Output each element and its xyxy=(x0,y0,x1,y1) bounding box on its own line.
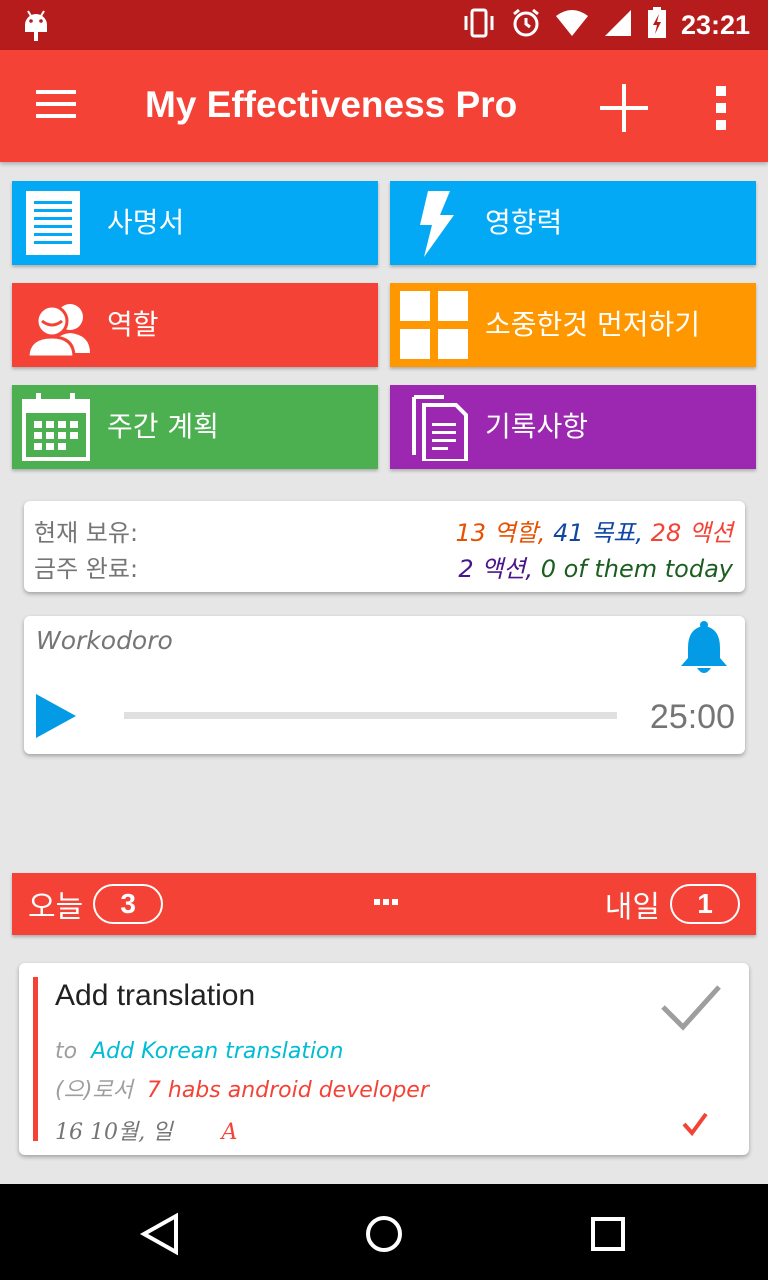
task-goal[interactable]: Add Korean translation xyxy=(91,1039,343,1064)
tile-label: 기록사항 xyxy=(485,410,589,443)
menu-icon[interactable] xyxy=(36,90,76,124)
to-label: to xyxy=(55,1039,78,1064)
timer-progress-track xyxy=(124,712,617,719)
task-role[interactable]: 7 habs android developer xyxy=(147,1078,429,1103)
today-count-badge: 3 xyxy=(93,884,164,924)
people-icon xyxy=(22,291,94,359)
task-role-line: (으)로서 7 habs android developer xyxy=(55,1072,429,1104)
app-bar: My Effectiveness Pro xyxy=(0,50,768,162)
task-title: Add translation xyxy=(55,979,256,1012)
calendar-icon xyxy=(22,393,94,461)
roles-count: 13 역할 xyxy=(455,519,538,547)
battery-charging-icon xyxy=(647,7,667,43)
tile-roles[interactable]: 역할 xyxy=(12,283,378,367)
add-button[interactable] xyxy=(598,82,650,134)
separator: , xyxy=(525,555,534,583)
actions-count: 28 액션 xyxy=(650,519,733,547)
bell-icon[interactable] xyxy=(678,620,730,676)
notes-icon xyxy=(400,393,472,463)
task-goal-line: to Add Korean translation xyxy=(55,1039,343,1064)
tile-first-things-first[interactable]: 소중한것 먼저하기 xyxy=(390,283,756,367)
done-actions-count: 2 액션 xyxy=(458,555,526,583)
app-title: My Effectiveness Pro xyxy=(145,84,518,125)
home-icon[interactable] xyxy=(362,1212,406,1256)
tile-mission-statement[interactable]: 사명서 xyxy=(12,181,378,265)
week-values: 2 액션, 0 of them today xyxy=(458,549,733,584)
status-bar: 23:21 xyxy=(0,0,768,50)
complete-check-icon[interactable] xyxy=(659,983,723,1033)
separator: , xyxy=(537,519,546,547)
today-label: 오늘 xyxy=(28,890,84,925)
task-card[interactable]: Add translation to Add Korean translatio… xyxy=(19,963,749,1155)
day-switch-bar: 오늘 3 내일 1 xyxy=(12,873,756,935)
goals-count: 41 목표 xyxy=(553,519,636,547)
tomorrow-label: 내일 xyxy=(604,890,660,925)
tile-weekly-plan[interactable]: 주간 계획 xyxy=(12,385,378,469)
done-check-icon xyxy=(681,1111,709,1137)
play-button[interactable] xyxy=(34,692,78,740)
current-row: 현재 보유: 13 역할, 41 목표, 28 액션 xyxy=(34,513,733,549)
current-label: 현재 보유: xyxy=(34,519,139,547)
current-values: 13 역할, 41 목표, 28 액션 xyxy=(455,513,733,548)
signal-icon xyxy=(603,8,633,42)
tile-notes[interactable]: 기록사항 xyxy=(390,385,756,469)
status-time: 23:21 xyxy=(680,9,750,40)
tile-label: 역할 xyxy=(107,308,159,341)
play-icon xyxy=(36,694,76,738)
role-label: (으)로서 xyxy=(55,1078,133,1103)
week-label: 금주 완료: xyxy=(34,555,139,583)
android-icon xyxy=(22,9,50,45)
quadrants-icon xyxy=(400,291,472,359)
plus-icon xyxy=(600,84,648,132)
alarm-icon xyxy=(511,8,541,42)
today-tab[interactable]: 오늘 3 xyxy=(28,873,164,935)
lightning-icon xyxy=(400,189,472,257)
document-lines-icon xyxy=(22,189,94,257)
timer-display: 25:00 xyxy=(649,698,735,736)
more-options-icon[interactable] xyxy=(712,86,730,130)
tile-influence[interactable]: 영향력 xyxy=(390,181,756,265)
separator: , xyxy=(635,519,644,547)
recents-icon[interactable] xyxy=(586,1212,630,1256)
tile-label: 소중한것 먼저하기 xyxy=(485,308,700,341)
vibrate-icon xyxy=(461,8,497,42)
more-dots-icon[interactable] xyxy=(374,899,398,905)
tile-label: 주간 계획 xyxy=(107,410,219,443)
task-priority-bar xyxy=(33,977,38,1141)
tile-label: 영향력 xyxy=(485,206,563,239)
task-meta-line: 16 10월, 일 A xyxy=(55,1114,237,1146)
stats-card: 현재 보유: 13 역할, 41 목표, 28 액션 금주 완료: 2 액션, … xyxy=(24,501,745,592)
task-priority: A xyxy=(221,1120,238,1145)
tomorrow-tab[interactable]: 내일 1 xyxy=(605,873,740,935)
workodoro-title: Workodoro xyxy=(36,626,173,655)
navigation-bar xyxy=(0,1184,768,1280)
task-date: 16 10월, 일 xyxy=(55,1120,173,1145)
done-today: 0 of them today xyxy=(540,555,733,583)
wifi-icon xyxy=(555,9,589,41)
back-icon[interactable] xyxy=(138,1212,182,1256)
tile-label: 사명서 xyxy=(107,206,185,239)
week-row: 금주 완료: 2 액션, 0 of them today xyxy=(34,549,733,585)
tomorrow-count-badge: 1 xyxy=(670,884,740,924)
workodoro-card: Workodoro 25:00 xyxy=(24,616,745,754)
